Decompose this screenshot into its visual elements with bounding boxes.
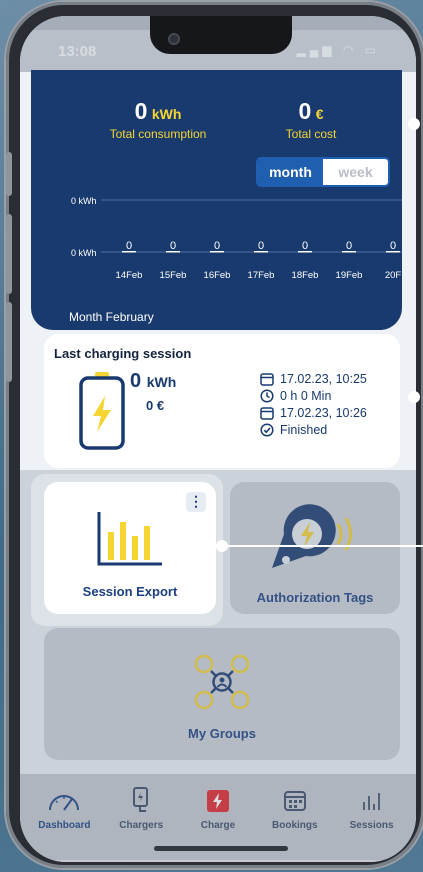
consumption-unit: kWh [151,106,182,122]
rfid-tag-icon [272,504,352,568]
chart-data-label: 0 [346,240,352,252]
cost-unit: € [315,106,324,122]
tutorial-pointer-line [226,545,423,547]
calendar-icon [283,791,306,811]
tab-chargers-label: Chargers [119,820,164,831]
period-week-button[interactable]: week [323,159,388,185]
chart-data-label: 0 [302,240,308,252]
session-status-row: Finished [260,423,327,437]
volume-up-button [6,152,12,196]
authorization-tags-label: Authorization Tags [256,590,374,605]
consumption-summary-card: 0 kWh 0 kWh 0 14Feb 0 15Feb 0 16Feb 0 17Feb 0 18Feb… [31,70,402,330]
authorization-tags-tile[interactable]: Authorization Tags [230,482,400,614]
cost-value: 0 [298,98,312,124]
session-status: Finished [280,423,328,437]
export-menu-button[interactable]: ⋮ [186,492,206,512]
session-export-label: Session Export [82,584,178,599]
last-charging-session-card[interactable]: Last charging session 0 kWh 0 € 17.02.23… [44,334,400,468]
total-consumption: 0 kWh Total consumption [93,98,223,141]
check-circle-icon [260,423,274,437]
chart-x-tick-label: 18Feb [292,270,319,281]
session-start-time: 17.02.23, 10:25 [280,372,367,386]
phone-frame: 13:08 ▂▄▆ ◠ ▭ 0 kWh 0 kWh 0 14Feb 0 15Feb 0 16F… [6,2,423,868]
session-export-tile[interactable]: ⋮ Session Export [44,482,216,614]
tab-dashboard-label: Dashboard [38,820,91,831]
month-label: Month February [69,310,154,324]
consumption-value: 0 [134,98,148,124]
camera [168,33,180,45]
chart-x-tick-label: 14Feb [116,270,143,281]
chart-x-tick-label: 19Feb [336,270,363,281]
export-chart-icon [97,512,162,566]
chart-data-label: 0 [390,240,396,252]
charger-icon [133,787,149,812]
chart-y-tick-label: 0 kWh [71,248,97,258]
status-time: 13:08 [58,43,97,60]
tutorial-pointer-session [408,391,420,403]
tab-sessions[interactable]: Sessions [333,774,410,862]
chart-data-label: 0 [170,240,176,252]
bar-chart-icon [362,793,380,810]
volume-down-button [6,214,12,294]
lightning-icon [206,790,229,812]
session-end-time: 17.02.23, 10:26 [280,406,367,420]
groups-icon [194,654,250,710]
cost-label: Total cost [285,127,337,141]
session-start-row: 17.02.23, 10:25 [260,372,367,386]
my-groups-tile[interactable]: My Groups [44,628,400,760]
tab-dashboard[interactable]: Dashboard [26,774,103,862]
chart-data-label: 0 [126,240,132,252]
consumption-label: Total consumption [109,127,207,141]
gauge-icon [49,795,80,811]
tab-sessions-label: Sessions [349,820,394,831]
chart-x-tick-label: 20F [385,270,402,281]
session-end-row: 17.02.23, 10:26 [260,406,367,420]
last-session-title: Last charging session [54,346,192,361]
clock-icon [260,389,274,403]
chart-x-tick-label: 16Feb [204,270,231,281]
period-toggle: month week [256,157,390,187]
my-groups-label: My Groups [188,726,256,741]
chart-data-label: 0 [258,240,264,252]
last-session-kwh-value: 0 [130,370,142,392]
last-session-energy: 0 kWh [130,370,176,393]
period-month-button[interactable]: month [258,159,323,185]
status-icons: ▂▄▆ ◠ ▭ [296,43,380,57]
home-indicator [154,846,288,851]
battery-icon [79,372,125,450]
chart-data-label: 0 [214,240,220,252]
chart-x-tick-label: 17Feb [248,270,275,281]
chart-y-tick-label: 0 kWh [71,196,97,206]
calendar-icon [260,407,274,420]
tab-bookings-label: Bookings [272,820,318,831]
calendar-icon [260,373,274,386]
screen: 13:08 ▂▄▆ ◠ ▭ 0 kWh 0 kWh 0 14Feb 0 15Feb 0 16F… [20,16,416,862]
last-session-cost: 0 € [146,398,165,413]
power-button [6,302,12,382]
tutorial-pointer-summary [408,118,420,130]
session-duration-row: 0 h 0 Min [260,389,331,403]
chart-x-tick-label: 15Feb [160,270,187,281]
tab-charge-label: Charge [200,820,236,831]
last-session-kwh-unit: kWh [146,374,177,390]
session-duration: 0 h 0 Min [280,389,332,403]
total-cost: 0 € Total cost [271,98,351,141]
